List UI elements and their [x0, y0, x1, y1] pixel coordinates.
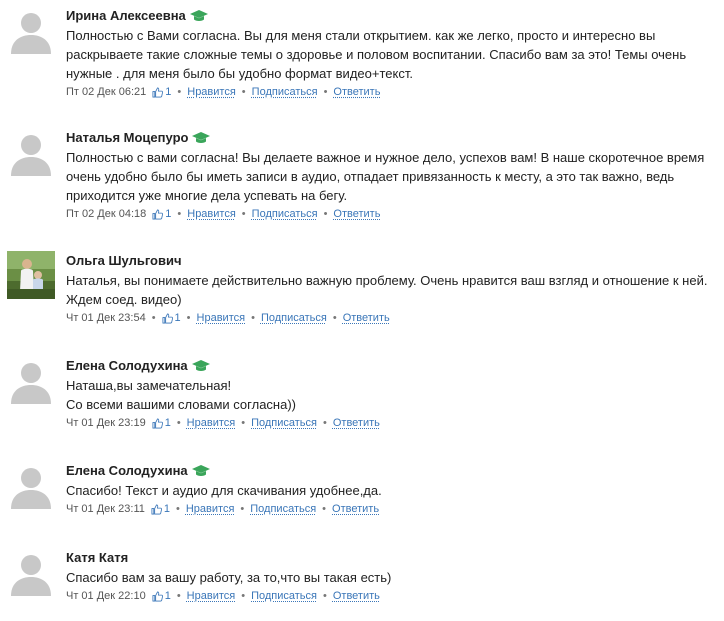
like-count-value: 1 [165, 86, 172, 98]
subscribe-link[interactable]: Подписаться [251, 590, 317, 602]
reply-link[interactable]: Ответить [333, 590, 380, 602]
comment-author[interactable]: Ольга Шульгович [66, 253, 182, 268]
thumbs-up-icon [152, 418, 163, 428]
comment-author[interactable]: Елена Солодухина [66, 358, 188, 373]
comment-text: Полностью с Вами согласна. Вы для меня с… [66, 28, 687, 81]
user-placeholder-icon [11, 468, 51, 509]
comment-text: Полностью с вами согласна! Вы делаете ва… [66, 150, 705, 203]
like-count-value: 1 [163, 503, 170, 515]
separator-dot: • [241, 208, 246, 220]
like-count[interactable]: 1 [152, 417, 171, 429]
like-count-value: 1 [164, 417, 171, 429]
comment-text: Наталья, вы понимаете действительно важн… [66, 273, 708, 307]
graduation-cap-icon [192, 131, 211, 143]
separator-dot: • [241, 417, 246, 429]
graduation-cap-icon [191, 464, 210, 476]
thumbs-up-icon [152, 209, 164, 219]
separator-dot: • [323, 208, 328, 220]
thumbs-up-icon [151, 504, 162, 514]
like-link[interactable]: Нравится [187, 417, 236, 429]
separator-dot: • [322, 503, 327, 515]
comment-date: Пт 02 Дек 04:18 [66, 208, 147, 220]
separator-dot: • [151, 312, 156, 324]
avatar[interactable] [7, 461, 55, 509]
thumbs-up-icon [152, 87, 164, 97]
separator-dot: • [241, 590, 246, 602]
separator-dot: • [186, 312, 191, 324]
user-photo-icon [7, 251, 55, 299]
comment-author[interactable]: Ирина Алексеевна [66, 8, 186, 23]
like-count-value: 1 [165, 208, 172, 220]
graduation-cap-icon [189, 9, 208, 21]
user-placeholder-icon [11, 135, 51, 176]
comment-date: Пт 02 Дек 06:21 [66, 86, 147, 98]
like-count-value: 1 [174, 312, 181, 324]
comment-date: Чт 01 Дек 23:54 [66, 312, 146, 324]
comment-date: Чт 01 Дек 22:10 [66, 590, 146, 602]
thumbs-up-icon [162, 313, 173, 323]
avatar[interactable] [7, 6, 55, 54]
user-placeholder-icon [11, 555, 51, 596]
subscribe-link[interactable]: Подписаться [261, 312, 327, 324]
like-link[interactable]: Нравится [187, 208, 236, 220]
like-count-value: 1 [164, 590, 171, 602]
user-placeholder-icon [11, 363, 51, 404]
like-link[interactable]: Нравится [186, 503, 235, 515]
separator-dot: • [176, 503, 180, 515]
separator-dot: • [332, 312, 337, 324]
reply-link[interactable]: Ответить [333, 86, 380, 98]
separator-dot: • [323, 86, 328, 98]
comment-text: Спасибо вам за вашу работу, за то,что вы… [66, 570, 392, 585]
user-placeholder-icon [11, 13, 51, 54]
graduation-cap-icon [191, 359, 210, 371]
reply-link[interactable]: Ответить [332, 503, 379, 515]
separator-dot: • [177, 86, 182, 98]
comment-author[interactable]: Елена Солодухина [66, 463, 188, 478]
comment-author[interactable]: Катя Катя [66, 550, 128, 565]
like-link[interactable]: Нравится [197, 312, 246, 324]
avatar[interactable] [7, 128, 55, 176]
like-count[interactable]: 1 [162, 312, 181, 324]
comment-date: Чт 01 Дек 23:19 [66, 417, 146, 429]
comment-date: Чт 01 Дек 23:11 [66, 503, 145, 515]
separator-dot: • [177, 208, 182, 220]
comment-text: Наташа,вы замечательная! Со всеми вашими… [66, 378, 297, 412]
separator-dot: • [322, 417, 327, 429]
separator-dot: • [251, 312, 255, 324]
separator-dot: • [176, 590, 181, 602]
avatar[interactable] [7, 548, 55, 596]
comment-text: Спасибо! Текст и аудио для скачивания уд… [66, 483, 382, 498]
subscribe-link[interactable]: Подписаться [250, 503, 316, 515]
thumbs-up-icon [152, 591, 163, 601]
comment-author[interactable]: Наталья Моцепуро [66, 130, 188, 145]
subscribe-link[interactable]: Подписаться [251, 417, 317, 429]
like-count[interactable]: 1 [152, 86, 171, 98]
like-link[interactable]: Нравится [187, 590, 236, 602]
like-count[interactable]: 1 [152, 590, 171, 602]
separator-dot: • [176, 417, 181, 429]
avatar[interactable] [7, 251, 55, 299]
avatar[interactable] [7, 356, 55, 404]
reply-link[interactable]: Ответить [333, 417, 380, 429]
reply-link[interactable]: Ответить [343, 312, 390, 324]
separator-dot: • [241, 86, 246, 98]
reply-link[interactable]: Ответить [333, 208, 380, 220]
subscribe-link[interactable]: Подписаться [252, 86, 318, 98]
separator-dot: • [240, 503, 245, 515]
separator-dot: • [322, 590, 327, 602]
like-count[interactable]: 1 [152, 208, 171, 220]
like-count[interactable]: 1 [151, 503, 170, 515]
subscribe-link[interactable]: Подписаться [252, 208, 318, 220]
like-link[interactable]: Нравится [187, 86, 236, 98]
